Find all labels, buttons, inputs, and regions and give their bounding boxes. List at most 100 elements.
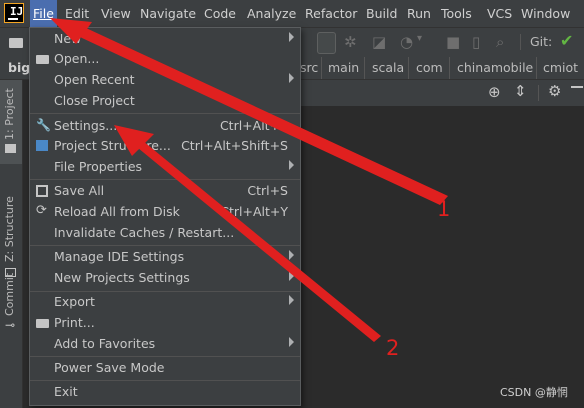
submenu-arrow-icon	[289, 295, 294, 305]
menu-item-shortcut: Ctrl+S	[247, 183, 288, 198]
menu-item-shortcut: Ctrl+Alt+Y	[220, 204, 288, 219]
menu-item-label: Print...	[54, 315, 95, 330]
menu-item-label: Power Save Mode	[54, 360, 165, 375]
menu-item-label: Open Recent	[54, 72, 135, 87]
menu-separator	[30, 245, 300, 246]
menu-item-open[interactable]: Open...	[30, 49, 300, 70]
menu-item-label: Exit	[54, 384, 78, 399]
print-icon	[36, 319, 49, 328]
project-panel-toolbar: ⊕ ⇕ ⚙	[300, 80, 584, 106]
toolbar-divider	[520, 34, 521, 50]
submenu-arrow-icon	[289, 32, 294, 42]
collapse-all-icon[interactable]: ⇕	[514, 82, 527, 100]
annotation-number-1: 1	[437, 197, 451, 221]
menu-item-project-structure[interactable]: Project Structure... Ctrl+Alt+Shift+S	[30, 136, 300, 157]
reload-icon: ⟳	[36, 203, 47, 218]
menu-item-label: Export	[54, 294, 95, 309]
menu-item-label: Open...	[54, 51, 100, 66]
git-label: Git:	[530, 34, 553, 49]
submenu-arrow-icon	[289, 160, 294, 170]
tab-project-label[interactable]: 1: Project	[3, 88, 16, 140]
breadcrumb-item[interactable]: com	[416, 60, 443, 75]
menu-item-label: Add to Favorites	[54, 336, 156, 351]
menu-analyze[interactable]: Analyze	[244, 0, 299, 27]
menu-item-file-properties[interactable]: File Properties	[30, 157, 300, 178]
menu-item-open-recent[interactable]: Open Recent	[30, 70, 300, 91]
menu-item-power-save-mode[interactable]: Power Save Mode	[30, 358, 300, 379]
menu-item-label: Invalidate Caches / Restart...	[54, 225, 235, 240]
gear-icon[interactable]: ⚙	[548, 82, 561, 100]
menu-item-add-to-favorites[interactable]: Add to Favorites	[30, 334, 300, 355]
run-configuration-dropdown[interactable]	[317, 32, 336, 54]
menu-item-label: Close Project	[54, 93, 135, 108]
wrench-icon: 🔧	[36, 118, 51, 132]
menu-item-invalidate-caches[interactable]: Invalidate Caches / Restart...	[30, 223, 300, 244]
menu-build[interactable]: Build	[363, 0, 400, 27]
git-check-icon[interactable]: ✔	[560, 31, 573, 50]
menu-item-export[interactable]: Export	[30, 292, 300, 313]
menu-tools[interactable]: Tools	[438, 0, 475, 27]
hide-panel-icon[interactable]	[571, 86, 583, 88]
menu-item-manage-ide-settings[interactable]: Manage IDE Settings	[30, 247, 300, 268]
menu-file[interactable]: File	[30, 0, 57, 27]
breadcrumb-separator	[449, 57, 450, 79]
commit-icon: ⊸	[5, 318, 16, 332]
menu-item-new[interactable]: New	[30, 29, 300, 50]
project-name[interactable]: big	[8, 60, 30, 75]
submenu-arrow-icon	[289, 271, 294, 281]
menu-vcs[interactable]: VCS	[484, 0, 515, 27]
breadcrumb-item[interactable]: scala	[372, 60, 404, 75]
breadcrumb-item[interactable]: chinamobile	[457, 60, 533, 75]
menu-item-reload-all[interactable]: ⟳ Reload All from Disk Ctrl+Alt+Y	[30, 202, 300, 223]
menu-item-label: File Properties	[54, 159, 143, 174]
menu-item-label: New	[54, 31, 82, 46]
project-folder-icon	[5, 144, 16, 153]
menu-item-label: New Projects Settings	[54, 270, 190, 285]
menu-item-label: Reload All from Disk	[54, 204, 180, 219]
editor-area[interactable]	[300, 106, 584, 408]
profile-icon[interactable]: ◔	[400, 33, 413, 51]
breadcrumb-item[interactable]: cmiot	[543, 60, 578, 75]
menu-item-close-project[interactable]: Close Project	[30, 91, 300, 112]
breadcrumb-separator	[321, 57, 322, 79]
save-icon	[36, 185, 48, 197]
search-everywhere-icon[interactable]: ⌕	[496, 33, 504, 51]
coverage-icon[interactable]: ◪	[372, 33, 386, 51]
menu-separator	[30, 380, 300, 381]
locate-icon[interactable]: ⊕	[488, 83, 501, 101]
menu-item-save-all[interactable]: Save All Ctrl+S	[30, 181, 300, 202]
submenu-arrow-icon	[289, 250, 294, 260]
menu-item-shortcut: Ctrl+Alt+S	[219, 118, 288, 133]
menu-item-label: Manage IDE Settings	[54, 249, 185, 264]
debug-icon[interactable]: ✲	[344, 33, 357, 51]
intellij-logo-icon: IJ	[4, 3, 24, 23]
open-folder-icon[interactable]	[9, 38, 23, 48]
stop-icon[interactable]: ■	[446, 33, 460, 51]
menu-item-settings[interactable]: 🔧 Settings... Ctrl+Alt+S	[30, 116, 300, 137]
breadcrumb-item[interactable]: main	[328, 60, 359, 75]
chevron-down-icon[interactable]: ▾	[417, 33, 422, 44]
menu-navigate[interactable]: Navigate	[137, 0, 199, 27]
tab-structure-label[interactable]: Z: Structure	[3, 196, 16, 262]
menu-window[interactable]: Window	[518, 0, 573, 27]
device-icon[interactable]: ▯	[472, 33, 480, 51]
watermark: CSDN @静惘	[500, 386, 568, 399]
menu-edit[interactable]: Edit	[62, 0, 92, 27]
menu-view[interactable]: View	[98, 0, 134, 27]
submenu-arrow-icon	[289, 73, 294, 83]
menu-item-print[interactable]: Print...	[30, 313, 300, 334]
breadcrumb-item[interactable]: src	[300, 60, 318, 75]
menu-item-new-projects-settings[interactable]: New Projects Settings	[30, 268, 300, 289]
menu-refactor[interactable]: Refactor	[302, 0, 360, 27]
menu-run[interactable]: Run	[404, 0, 434, 27]
menu-item-shortcut: Ctrl+Alt+Shift+S	[181, 138, 288, 153]
folder-icon	[36, 55, 49, 64]
toolbar-divider	[538, 85, 539, 101]
project-structure-icon	[36, 140, 48, 151]
menu-separator	[30, 113, 300, 114]
annotation-number-2: 2	[386, 336, 400, 360]
tab-commit-label[interactable]: Commit	[3, 273, 16, 316]
menu-code[interactable]: Code	[201, 0, 239, 27]
menu-item-label: Project Structure...	[54, 138, 171, 153]
menu-item-exit[interactable]: Exit	[30, 382, 300, 403]
